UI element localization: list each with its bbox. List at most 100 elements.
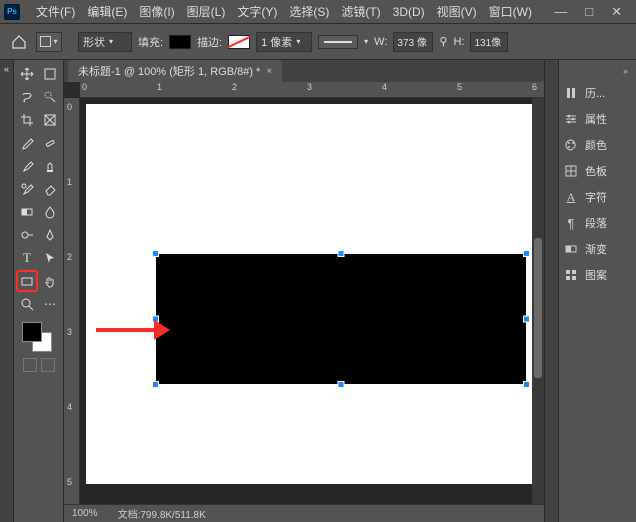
- window-minimize-icon[interactable]: —: [554, 4, 567, 20]
- screenmode-icon[interactable]: [41, 358, 55, 372]
- menu-type[interactable]: 文字(Y): [231, 3, 283, 20]
- ruler-h-tick: 5: [457, 82, 462, 92]
- doc-info[interactable]: 文档:799.8K/511.8K: [118, 506, 206, 521]
- quick-select-tool[interactable]: [40, 87, 60, 107]
- height-field[interactable]: [470, 32, 508, 52]
- panel-character[interactable]: A 字符: [563, 184, 632, 210]
- link-wh-icon[interactable]: ⚲: [439, 35, 447, 48]
- menu-window[interactable]: 窗口(W): [483, 3, 538, 20]
- move-tool[interactable]: [17, 64, 37, 84]
- fill-swatch[interactable]: [169, 35, 191, 49]
- collapse-left-icon: «: [4, 64, 9, 74]
- color-icon: [563, 137, 579, 153]
- panel-label: 图案: [585, 267, 607, 283]
- panel-swatches[interactable]: 色板: [563, 158, 632, 184]
- dodge-tool[interactable]: [17, 225, 37, 245]
- scrollbar-thumb[interactable]: [534, 238, 542, 378]
- gradient-tool[interactable]: [17, 202, 37, 222]
- window-close-icon[interactable]: ✕: [611, 4, 622, 20]
- document-tab[interactable]: 未标题-1 @ 100% (矩形 1, RGB/8#) * ×: [68, 60, 282, 82]
- menu-file[interactable]: 文件(F): [30, 3, 81, 20]
- panel-history[interactable]: 历...: [563, 80, 632, 106]
- menu-select[interactable]: 选择(S): [283, 3, 335, 20]
- ruler-horizontal[interactable]: 0 1 2 3 4 5 6: [80, 82, 544, 98]
- panel-paragraph[interactable]: ¶ 段落: [563, 210, 632, 236]
- home-icon[interactable]: [8, 31, 30, 53]
- transform-handle-tr[interactable]: [523, 250, 530, 257]
- quickmask-icon[interactable]: [23, 358, 37, 372]
- panel-label: 属性: [585, 111, 607, 127]
- menu-layer[interactable]: 图层(L): [181, 3, 232, 20]
- scrollbar-vertical[interactable]: [532, 98, 544, 504]
- ruler-v-tick: 3: [67, 327, 72, 337]
- rectangle-tool[interactable]: [17, 271, 37, 291]
- tab-close-icon[interactable]: ×: [266, 66, 272, 77]
- expand-panels-icon[interactable]: »: [563, 66, 632, 76]
- doc-info-value: 799.8K/511.8K: [140, 510, 205, 521]
- stroke-size-dropdown[interactable]: 1 像素▾: [256, 32, 312, 52]
- transform-handle-mr[interactable]: [523, 316, 530, 323]
- window-maximize-icon[interactable]: □: [585, 4, 593, 20]
- app-logo-icon: Ps: [4, 4, 20, 20]
- transform-handle-br[interactable]: [523, 381, 530, 388]
- gradient-icon: [563, 241, 579, 257]
- history-brush-tool[interactable]: [17, 179, 37, 199]
- width-field[interactable]: [393, 32, 433, 52]
- ruler-v-tick: 4: [67, 402, 72, 412]
- rectangle-shape[interactable]: [156, 254, 526, 384]
- panel-properties[interactable]: 属性: [563, 106, 632, 132]
- clone-tool[interactable]: [40, 156, 60, 176]
- stroke-style-caret-icon: ▾: [364, 37, 368, 46]
- transform-handle-tl[interactable]: [152, 250, 159, 257]
- eyedropper-tool[interactable]: [17, 133, 37, 153]
- annotation-arrow-head-icon: [154, 320, 170, 340]
- zoom-tool[interactable]: [17, 294, 37, 314]
- path-select-tool[interactable]: [40, 248, 60, 268]
- tool-preset-dropdown[interactable]: ▾: [36, 32, 62, 52]
- crop-tool[interactable]: [17, 110, 37, 130]
- brush-tool[interactable]: [17, 156, 37, 176]
- panel-label: 历...: [585, 85, 605, 101]
- menu-image[interactable]: 图像(I): [133, 3, 180, 20]
- color-swatches[interactable]: [16, 320, 61, 354]
- blur-tool[interactable]: [40, 202, 60, 222]
- artboard-tool[interactable]: [40, 64, 60, 84]
- panel-label: 字符: [585, 189, 607, 205]
- eraser-tool[interactable]: [40, 179, 60, 199]
- menu-edit[interactable]: 编辑(E): [81, 3, 133, 20]
- healing-tool[interactable]: [40, 133, 60, 153]
- right-collapse-strip[interactable]: [544, 60, 558, 522]
- transform-handle-bl[interactable]: [152, 381, 159, 388]
- panel-patterns[interactable]: 图案: [563, 262, 632, 288]
- ruler-h-tick: 6: [532, 82, 537, 92]
- ruler-h-tick: 3: [307, 82, 312, 92]
- transform-handle-tm[interactable]: [338, 250, 345, 257]
- shape-mode-dropdown[interactable]: 形状▾: [78, 32, 132, 52]
- frame-tool[interactable]: [40, 110, 60, 130]
- panel-color[interactable]: 颜色: [563, 132, 632, 158]
- doc-info-label: 文档:: [118, 510, 141, 521]
- zoom-level[interactable]: 100%: [72, 508, 98, 519]
- type-tool[interactable]: T: [17, 248, 37, 268]
- ruler-vertical[interactable]: 0 1 2 3 4 5: [64, 98, 80, 504]
- ruler-v-tick: 2: [67, 252, 72, 262]
- menu-view[interactable]: 视图(V): [431, 3, 483, 20]
- canvas-viewport[interactable]: [80, 98, 544, 504]
- menu-filter[interactable]: 滤镜(T): [335, 3, 386, 20]
- hand-tool[interactable]: [40, 271, 60, 291]
- edit-toolbar-icon[interactable]: ⋯: [40, 294, 60, 314]
- panel-label: 段落: [585, 215, 607, 231]
- canvas[interactable]: [86, 104, 536, 484]
- ruler-h-tick: 2: [232, 82, 237, 92]
- pen-tool[interactable]: [40, 225, 60, 245]
- left-collapse-strip[interactable]: «: [0, 60, 14, 522]
- stroke-swatch[interactable]: [228, 35, 250, 49]
- lasso-tool[interactable]: [17, 87, 37, 107]
- foreground-color-swatch[interactable]: [22, 322, 42, 342]
- workspace: « T ⋯: [0, 60, 636, 522]
- transform-handle-bm[interactable]: [338, 381, 345, 388]
- panel-label: 颜色: [585, 137, 607, 153]
- menu-3d[interactable]: 3D(D): [387, 5, 431, 19]
- stroke-style-dropdown[interactable]: [318, 35, 358, 49]
- panel-gradient[interactable]: 渐变: [563, 236, 632, 262]
